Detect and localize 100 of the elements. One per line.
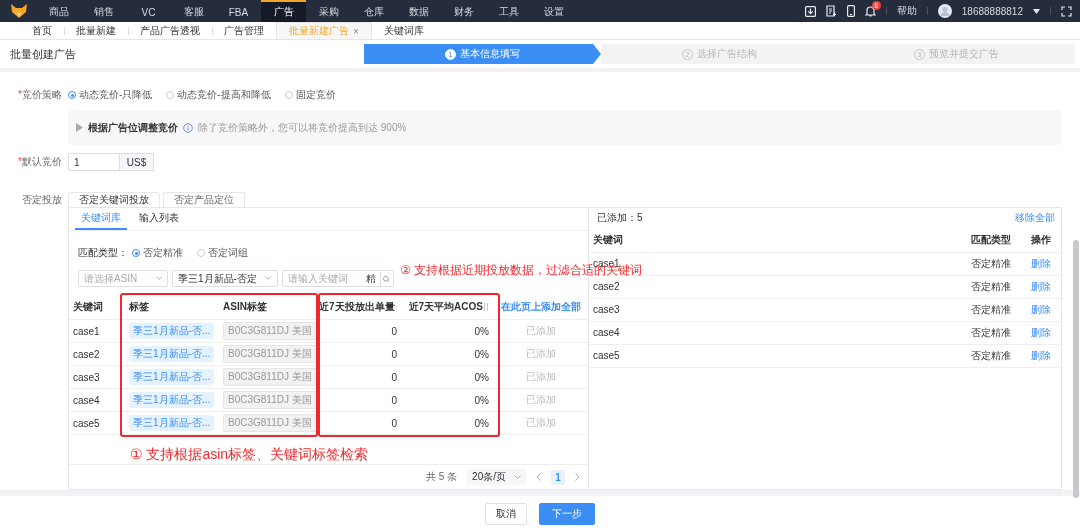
table-cell: 否定精准 bbox=[971, 328, 1011, 338]
tag: 季三1月新品-否... bbox=[129, 323, 215, 339]
added-label: 已添加 bbox=[526, 393, 556, 407]
table-cell: case4 bbox=[73, 394, 100, 406]
close-icon[interactable]: × bbox=[353, 25, 359, 37]
column-header: 标签 bbox=[129, 300, 149, 314]
remove-all-link[interactable]: 移除全部 bbox=[1015, 211, 1055, 225]
tab[interactable]: 否定产品定位 bbox=[163, 192, 245, 207]
table-cell: case3 bbox=[73, 371, 100, 383]
caret-down-icon[interactable] bbox=[1033, 8, 1040, 14]
table-cell: case2 bbox=[73, 348, 100, 360]
page-title: 批量创建广告 bbox=[10, 46, 77, 62]
table-cell: 0% bbox=[474, 371, 489, 383]
download-icon[interactable] bbox=[804, 5, 816, 17]
document-icon[interactable] bbox=[825, 5, 837, 17]
nav-item[interactable]: 商品 bbox=[36, 0, 81, 22]
tag: 季三1月新品-否... bbox=[129, 369, 215, 385]
keyword-search-field[interactable]: 请输入关键词 精 bbox=[282, 270, 394, 287]
asin-tag: B0C3G811DJ 美国 bbox=[223, 322, 317, 340]
caret-right-icon[interactable] bbox=[76, 123, 83, 132]
delete-link[interactable]: 删除 bbox=[1031, 351, 1051, 361]
radio-button[interactable] bbox=[197, 249, 205, 257]
avatar bbox=[937, 4, 952, 18]
delete-link[interactable]: 删除 bbox=[1031, 259, 1051, 269]
asin-select[interactable]: 请选择ASIN bbox=[78, 270, 168, 287]
nav-item[interactable]: 销售 bbox=[81, 0, 126, 22]
sort-icon bbox=[483, 303, 489, 311]
nav-item[interactable]: 财务 bbox=[441, 0, 486, 22]
tab[interactable]: 批量新建广告 × bbox=[276, 22, 372, 39]
table-cell: 否定精准 bbox=[971, 259, 1011, 269]
table-cell: case2 bbox=[593, 282, 620, 292]
asin-tag: B0C3G811DJ 美国 bbox=[223, 414, 317, 432]
table-cell: 否定精准 bbox=[971, 305, 1011, 315]
cancel-button[interactable]: 取消 bbox=[485, 503, 527, 525]
tab[interactable]: 关键词库 bbox=[371, 22, 436, 39]
delete-link[interactable]: 删除 bbox=[1031, 305, 1051, 315]
chevron-down-icon bbox=[265, 276, 272, 281]
chevron-left-icon[interactable] bbox=[536, 473, 541, 481]
table-cell: case1 bbox=[73, 325, 100, 337]
nav-item[interactable]: 设置 bbox=[531, 0, 576, 22]
asin-tag: B0C3G811DJ 美国 bbox=[223, 368, 317, 386]
column-header: 近7天平均ACOS bbox=[408, 300, 483, 314]
added-label: 已添加 bbox=[526, 370, 556, 384]
table-cell: 0% bbox=[474, 394, 489, 406]
table-cell: case5 bbox=[593, 351, 620, 361]
nav-item[interactable]: VC bbox=[126, 0, 171, 22]
required-mark: * bbox=[18, 89, 22, 100]
tag-select[interactable]: 季三1月新品-否定 bbox=[172, 270, 278, 287]
radio-label: 否定词组 bbox=[208, 246, 248, 260]
table-cell: 0% bbox=[474, 348, 489, 360]
help-link[interactable]: 帮助 bbox=[896, 4, 917, 18]
table-cell: 0 bbox=[391, 371, 397, 383]
radio-button[interactable] bbox=[166, 91, 175, 99]
column-header: 关键词 bbox=[73, 300, 103, 314]
delete-link[interactable]: 删除 bbox=[1031, 282, 1051, 292]
tag: 季三1月新品-否... bbox=[129, 415, 215, 431]
currency-addon: US$ bbox=[120, 153, 154, 171]
logo-icon bbox=[10, 3, 28, 19]
table-cell: 0 bbox=[391, 348, 397, 360]
fullscreen-icon[interactable] bbox=[1061, 5, 1072, 17]
nav-item[interactable]: 广告 bbox=[261, 0, 306, 22]
table-cell: 否定精准 bbox=[971, 351, 1011, 361]
radio-button[interactable] bbox=[284, 91, 293, 99]
annotation-text: ① 支持根据asin标签、关键词标签检索 bbox=[130, 446, 369, 462]
tab[interactable]: 关键词库 bbox=[75, 208, 127, 230]
delete-link[interactable]: 删除 bbox=[1031, 328, 1051, 338]
exact-match-toggle[interactable]: 精 bbox=[362, 271, 382, 286]
table-cell: 0% bbox=[474, 417, 489, 429]
chevron-right-icon[interactable] bbox=[575, 473, 580, 481]
table-cell: case5 bbox=[73, 417, 100, 429]
added-label: 已添加 bbox=[526, 416, 556, 430]
radio-label: 动态竞价-提高和降低 bbox=[177, 88, 271, 102]
tab[interactable]: 广告管理 bbox=[212, 22, 276, 39]
tab[interactable]: 输入列表 bbox=[133, 208, 185, 230]
radio-button[interactable] bbox=[68, 91, 76, 99]
table-cell: case4 bbox=[593, 328, 620, 338]
nav-item[interactable]: 工具 bbox=[486, 0, 531, 22]
tab[interactable]: 首页 bbox=[20, 22, 64, 39]
nav-item[interactable]: 仓库 bbox=[351, 0, 396, 22]
page-size-select[interactable]: 20条/页 bbox=[467, 469, 526, 485]
nav-item[interactable]: FBA bbox=[216, 0, 261, 22]
nav-item[interactable]: 采购 bbox=[306, 0, 351, 22]
table-cell: 否定精准 bbox=[971, 282, 1011, 292]
nav-item[interactable]: 数据 bbox=[396, 0, 441, 22]
bell-icon[interactable] bbox=[864, 5, 876, 17]
tag: 季三1月新品-否... bbox=[129, 392, 215, 408]
user-name: 18688888812 bbox=[961, 5, 1023, 17]
search-icon[interactable] bbox=[381, 273, 390, 284]
added-label: 已添加 bbox=[526, 347, 556, 361]
form-label: 默认竞价 bbox=[22, 156, 62, 167]
tab[interactable]: 批量新建 bbox=[64, 22, 128, 39]
phone-icon[interactable] bbox=[846, 5, 855, 17]
radio-button[interactable] bbox=[132, 249, 140, 257]
required-mark: * bbox=[18, 156, 22, 167]
tab[interactable]: 否定关键词投放 bbox=[68, 192, 160, 207]
nav-item[interactable]: 客服 bbox=[171, 0, 216, 22]
match-type-label: 匹配类型： bbox=[78, 246, 128, 260]
bid-field[interactable]: 1 bbox=[68, 153, 120, 171]
added-label: 已添加 bbox=[526, 324, 556, 338]
tab[interactable]: 产品广告透视 bbox=[128, 22, 212, 39]
